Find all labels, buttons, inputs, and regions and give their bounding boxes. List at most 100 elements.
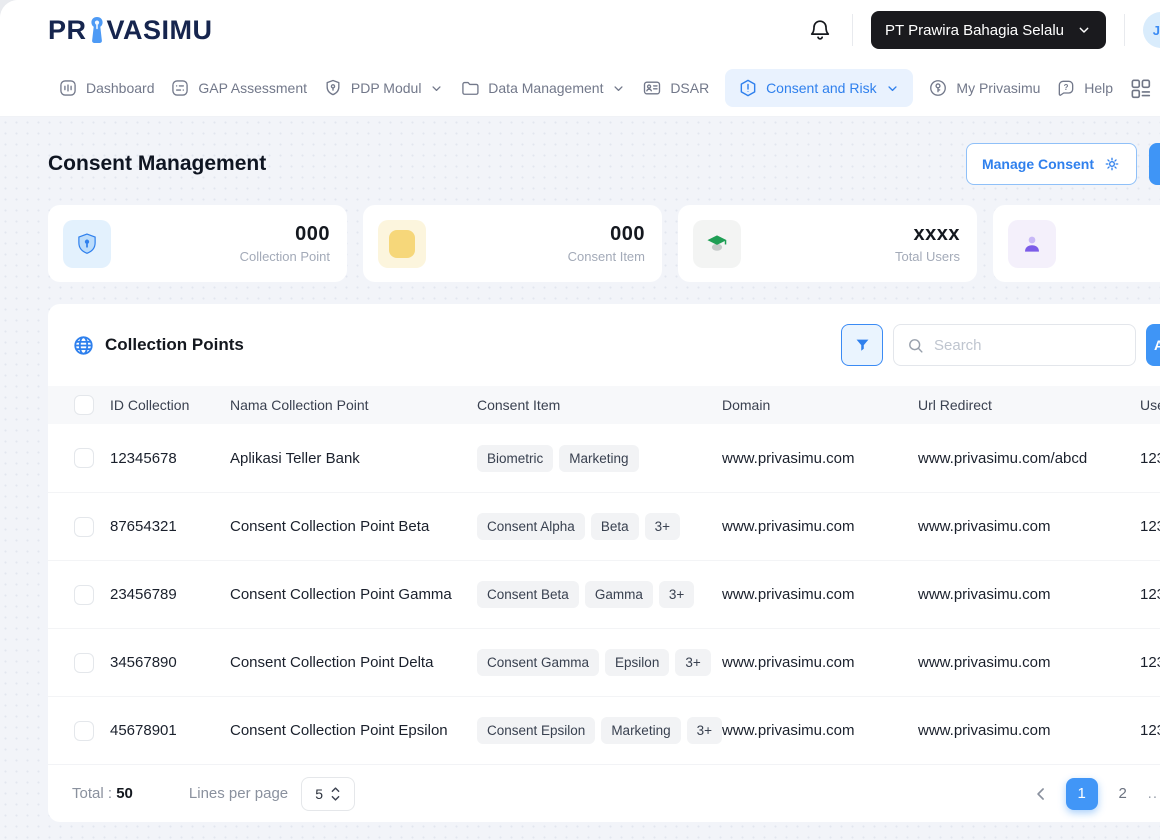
page-button-2[interactable]: 2 [1113, 785, 1133, 802]
row-checkbox[interactable] [74, 652, 94, 673]
cell-url: www.privasimu.com [918, 586, 1051, 603]
nav-item-dashboard[interactable]: Dashboard [58, 78, 155, 98]
stat-card-total-users: xxxx Total Users [678, 205, 977, 282]
table-row[interactable]: 45678901 Consent Collection Point Epsilo… [48, 696, 1160, 764]
cell-url: www.privasimu.com [918, 518, 1051, 535]
consent-tag: Consent Gamma [477, 649, 600, 676]
stat-card-partial [993, 205, 1160, 282]
table-row[interactable]: 12345678 Aplikasi Teller Bank Biometric … [48, 424, 1160, 492]
cell-name: Consent Collection Point Delta [230, 654, 434, 671]
privasimu-logo: PR VASIMU [48, 15, 213, 46]
pagination: 1 2 .. [1031, 777, 1158, 810]
select-all-checkbox[interactable] [74, 395, 94, 415]
cell-domain: www.privasimu.com [722, 586, 855, 603]
logo-text-left: PR [48, 14, 87, 45]
cell-id: 23456789 [110, 586, 177, 603]
column-header: Url Redirect [918, 397, 992, 413]
nav-item-pdp-modul[interactable]: PDP Modul [323, 78, 445, 98]
dashboard-icon [58, 78, 78, 98]
total-count: Total : 50 [72, 785, 133, 802]
company-name: PT Prawira Bahagia Selalu [885, 21, 1064, 39]
cell-name: Consent Collection Point Gamma [230, 586, 452, 603]
cell-domain: www.privasimu.com [722, 722, 855, 739]
nav-item-help[interactable]: ? Help [1056, 78, 1113, 98]
notifications-button[interactable] [806, 16, 834, 44]
cell-url: www.privasimu.com [918, 722, 1051, 739]
consent-tag-more[interactable]: 3+ [686, 717, 722, 744]
stat-label: Consent Item [567, 249, 645, 264]
table-row[interactable]: 34567890 Consent Collection Point Delta … [48, 628, 1160, 696]
nav-item-data-management[interactable]: Data Management [460, 78, 626, 98]
main-nav: Dashboard GAP Assessment PDP Modul Data … [0, 60, 1160, 117]
table-controls: A [841, 324, 1160, 366]
cell-name: Consent Collection Point Beta [230, 518, 430, 535]
cell-consent-items: Biometric Marketing [477, 444, 722, 472]
table-row[interactable]: 23456789 Consent Collection Point Gamma … [48, 560, 1160, 628]
keyhole-icon [89, 16, 105, 44]
apps-grid-button[interactable] [1129, 77, 1152, 100]
cell-consent-items: Consent Gamma Epsilon 3+ [477, 649, 722, 676]
page-button-1[interactable]: 1 [1065, 777, 1098, 810]
filter-button[interactable] [841, 324, 883, 366]
column-header: Domain [722, 397, 771, 413]
nav-item-gap-assessment[interactable]: GAP Assessment [170, 78, 307, 98]
nav-label: Dashboard [86, 80, 155, 96]
cell-url: www.privasimu.com/abcd [918, 449, 1088, 467]
nav-item-consent-and-risk[interactable]: Consent and Risk [725, 69, 913, 107]
prev-page-button[interactable] [1031, 784, 1051, 804]
hexagon-alert-icon [738, 78, 758, 98]
cell-id: 34567890 [110, 654, 177, 671]
assessment-icon [170, 78, 190, 98]
funnel-icon [853, 336, 872, 355]
consent-tag: Epsilon [605, 649, 670, 676]
nav-item-dsar[interactable]: DSAR [642, 78, 709, 98]
company-selector[interactable]: PT Prawira Bahagia Selalu [871, 11, 1106, 49]
nav-label: DSAR [670, 80, 710, 96]
nav-label: Help [1084, 80, 1114, 96]
row-checkbox[interactable] [74, 516, 94, 537]
consent-doc-icon [378, 219, 426, 268]
chevron-down-icon [1076, 22, 1092, 38]
folder-icon [460, 78, 480, 98]
consent-tag: Beta [590, 513, 639, 540]
total-label: Total : [72, 785, 113, 802]
consent-tag: Consent Alpha [477, 513, 585, 540]
manage-consent-button[interactable]: Manage Consent [965, 143, 1137, 185]
search-input[interactable] [934, 336, 1123, 354]
consent-tag-more[interactable]: 3+ [644, 513, 681, 540]
svg-text:?: ? [1064, 83, 1069, 92]
app-window: PR VASIMU PT Prawira Bahagia Selalu JA [0, 0, 1160, 840]
column-header: Nama Collection Point [230, 397, 369, 413]
cell-consent-items: Consent Epsilon Marketing 3+ [477, 717, 722, 744]
user-avatar[interactable]: JA [1143, 12, 1160, 48]
stepper-arrows-icon [330, 785, 341, 803]
row-checkbox[interactable] [74, 720, 94, 741]
consent-tag: Marketing [601, 717, 681, 744]
nav-item-my-privasimu[interactable]: My Privasimu [928, 78, 1040, 98]
table-footer: Total : 50 Lines per page 5 1 2 .. [48, 764, 1160, 822]
secondary-action-button[interactable] [1149, 143, 1160, 185]
nav-label: My Privasimu [956, 80, 1041, 96]
table-row[interactable]: 87654321 Consent Collection Point Beta C… [48, 492, 1160, 560]
column-header: ID Collection [110, 397, 190, 413]
consent-tag-more[interactable]: 3+ [658, 581, 695, 608]
cell-user: 123 [1140, 449, 1160, 467]
page-title: Consent Management [48, 152, 267, 175]
add-button-label: A [1154, 337, 1160, 353]
nav-label: GAP Assessment [198, 80, 308, 96]
lines-per-page-stepper[interactable]: 5 [301, 776, 356, 811]
stat-value: 000 [295, 223, 330, 245]
chevron-down-icon [885, 81, 900, 96]
section-title: Collection Points [105, 335, 244, 354]
row-checkbox[interactable] [74, 448, 94, 468]
consent-tag-more[interactable]: 3+ [675, 649, 711, 676]
search-icon [906, 336, 925, 355]
shield-keyhole-icon [63, 219, 111, 268]
cell-consent-items: Consent Beta Gamma 3+ [477, 581, 722, 608]
add-button[interactable]: A [1146, 324, 1160, 366]
row-checkbox[interactable] [74, 584, 94, 605]
cell-user: 123 [1140, 654, 1160, 671]
nav-label: Consent and Risk [766, 80, 877, 96]
cell-domain: www.privasimu.com [722, 654, 855, 671]
collection-points-card: Collection Points A [48, 304, 1160, 822]
